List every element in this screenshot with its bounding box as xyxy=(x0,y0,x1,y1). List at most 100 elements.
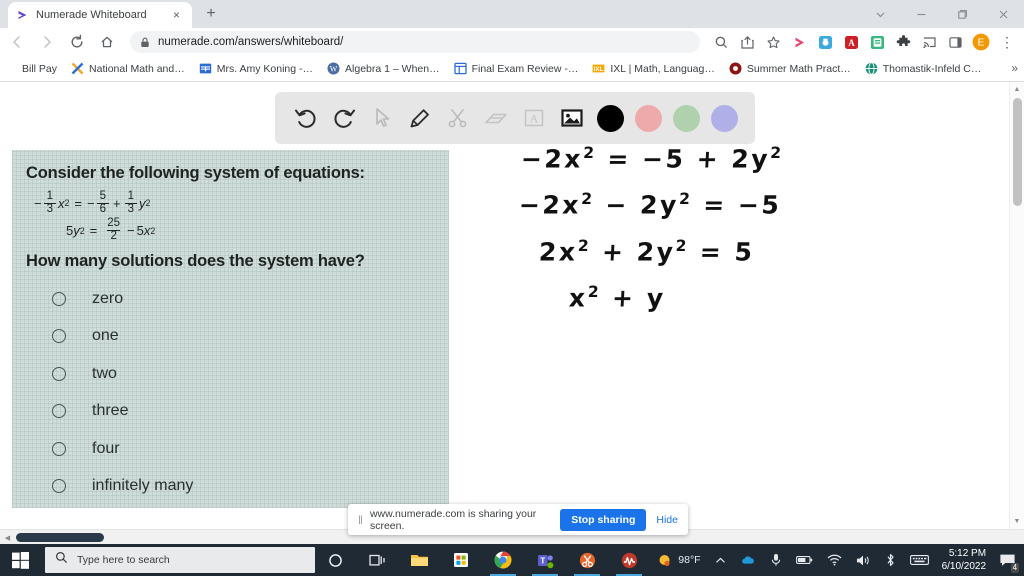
camera-extension-icon[interactable] xyxy=(813,30,837,54)
bookmarks-overflow-button[interactable]: » xyxy=(1011,61,1018,75)
microsoft-store-icon[interactable] xyxy=(441,544,483,576)
onedrive-icon[interactable] xyxy=(733,544,763,576)
note-extension-icon[interactable] xyxy=(865,30,889,54)
side-panel-icon[interactable] xyxy=(943,30,967,54)
radio-icon[interactable] xyxy=(52,366,66,381)
file-explorer-icon[interactable] xyxy=(399,544,441,576)
volume-icon[interactable] xyxy=(849,544,878,576)
keyboard-icon[interactable] xyxy=(903,544,936,576)
clock[interactable]: 5:12 PM 6/10/2022 xyxy=(936,547,995,574)
option-label: four xyxy=(92,439,120,457)
windows-logo-icon[interactable] xyxy=(0,544,42,576)
textbox-icon[interactable]: A xyxy=(517,101,551,135)
radio-icon[interactable] xyxy=(52,479,66,494)
vertical-scrollbar[interactable]: ▲ ▼ xyxy=(1009,82,1024,529)
svg-text:E: E xyxy=(978,37,985,48)
task-view-icon[interactable] xyxy=(357,544,399,576)
scroll-down-icon[interactable]: ▼ xyxy=(1010,514,1024,529)
cursor-icon[interactable] xyxy=(365,101,399,135)
eq2-rhs-exp: 2 xyxy=(150,225,156,236)
option-zero[interactable]: zero xyxy=(26,280,435,318)
bookmark-item[interactable]: Bill Pay xyxy=(22,63,57,75)
scissors-icon[interactable] xyxy=(441,101,475,135)
hide-button[interactable]: Hide xyxy=(656,514,678,526)
undo-icon[interactable] xyxy=(289,101,323,135)
question-image: Consider the following system of equatio… xyxy=(12,150,449,508)
browser-tab-title: Numerade Whiteboard xyxy=(36,9,147,21)
cortana-icon[interactable] xyxy=(315,544,357,576)
option-four[interactable]: four xyxy=(26,430,435,468)
extensions-puzzle-icon[interactable] xyxy=(891,30,915,54)
snipping-tool-icon[interactable] xyxy=(566,544,608,576)
svg-text:A: A xyxy=(848,38,855,48)
pencil-icon[interactable] xyxy=(403,101,437,135)
numerade-extension-icon[interactable] xyxy=(787,30,811,54)
color-black[interactable] xyxy=(593,101,627,135)
eraser-icon[interactable] xyxy=(479,101,513,135)
option-infinitely-many[interactable]: infinitely many xyxy=(26,467,435,505)
option-three[interactable]: three xyxy=(26,392,435,430)
forward-icon[interactable] xyxy=(34,29,60,55)
reload-icon[interactable] xyxy=(64,29,90,55)
minimize-icon[interactable] xyxy=(901,0,942,28)
search-input[interactable]: Type here to search xyxy=(44,547,315,573)
home-icon[interactable] xyxy=(94,29,120,55)
browser-tab[interactable]: Numerade Whiteboard × xyxy=(8,2,192,28)
image-icon[interactable] xyxy=(555,101,589,135)
radio-icon[interactable] xyxy=(52,329,66,344)
radio-icon[interactable] xyxy=(52,291,66,306)
stop-sharing-button[interactable]: Stop sharing xyxy=(560,508,647,531)
chrome-icon[interactable] xyxy=(482,544,524,576)
adobe-acrobat-icon[interactable]: A xyxy=(839,30,863,54)
weather-widget[interactable]: 98°F xyxy=(650,544,707,576)
back-icon[interactable] xyxy=(4,29,30,55)
eq2-fraction: 25 2 xyxy=(107,217,121,243)
wifi-icon[interactable] xyxy=(820,544,849,576)
scroll-left-icon[interactable]: ◀ xyxy=(0,530,15,545)
color-periwinkle[interactable] xyxy=(707,101,741,135)
redo-icon[interactable] xyxy=(327,101,361,135)
audacity-icon[interactable] xyxy=(608,544,650,576)
tab-search-icon[interactable] xyxy=(860,0,901,28)
bookmark-item[interactable]: Summer Math Pract… xyxy=(729,62,851,75)
microsoft-teams-icon[interactable]: T xyxy=(524,544,566,576)
maximize-icon[interactable] xyxy=(942,0,983,28)
bookmark-item[interactable]: National Math and… xyxy=(71,62,185,75)
new-tab-button[interactable]: + xyxy=(198,1,224,27)
browser-menu-icon[interactable]: ⋮ xyxy=(995,30,1019,54)
microphone-icon[interactable] xyxy=(763,544,789,576)
option-one[interactable]: one xyxy=(26,317,435,355)
bookmark-item[interactable]: Mrs. Amy Koning -… xyxy=(199,62,313,75)
bookmark-item[interactable]: IXL IXL | Math, Languag… xyxy=(592,62,715,75)
search-icon[interactable] xyxy=(709,30,733,54)
option-label: one xyxy=(92,327,119,345)
scroll-up-icon[interactable]: ▲ xyxy=(1010,82,1024,97)
option-two[interactable]: two xyxy=(26,355,435,393)
bookmark-item[interactable]: Thomastik-Infeld C… xyxy=(865,62,981,75)
toolbar-icons: A E ⋮ xyxy=(708,30,1024,54)
close-icon[interactable]: × xyxy=(169,8,184,23)
bookmark-star-icon[interactable] xyxy=(761,30,785,54)
radio-icon[interactable] xyxy=(52,441,66,456)
eq1-rhs-sign: − xyxy=(87,195,95,211)
color-green[interactable] xyxy=(669,101,703,135)
handwriting-line-1: −2x2 = −5 + 2y2 xyxy=(520,144,785,174)
close-window-icon[interactable] xyxy=(983,0,1024,28)
notification-icon[interactable]: 4 xyxy=(994,544,1020,576)
radio-icon[interactable] xyxy=(52,404,66,419)
vertical-scrollbar-thumb[interactable] xyxy=(1013,98,1022,206)
show-hidden-icons-icon[interactable] xyxy=(708,544,733,576)
bluetooth-icon[interactable] xyxy=(878,544,903,576)
screen-share-bar: ‖ www.numerade.com is sharing your scree… xyxy=(348,504,688,535)
option-label: zero xyxy=(92,289,124,307)
bookmark-item[interactable]: W Algebra 1 – When… xyxy=(327,62,440,75)
address-bar[interactable]: numerade.com/answers/whiteboard/ xyxy=(130,31,700,53)
battery-icon[interactable] xyxy=(789,544,820,576)
bookmark-item[interactable]: Final Exam Review -… xyxy=(453,62,578,75)
drag-handle-icon[interactable]: ‖ xyxy=(358,513,363,527)
color-pink[interactable] xyxy=(631,101,665,135)
cast-icon[interactable] xyxy=(917,30,941,54)
horizontal-scrollbar-thumb[interactable] xyxy=(16,533,104,542)
share-icon[interactable] xyxy=(735,30,759,54)
avatar[interactable]: E xyxy=(969,30,993,54)
